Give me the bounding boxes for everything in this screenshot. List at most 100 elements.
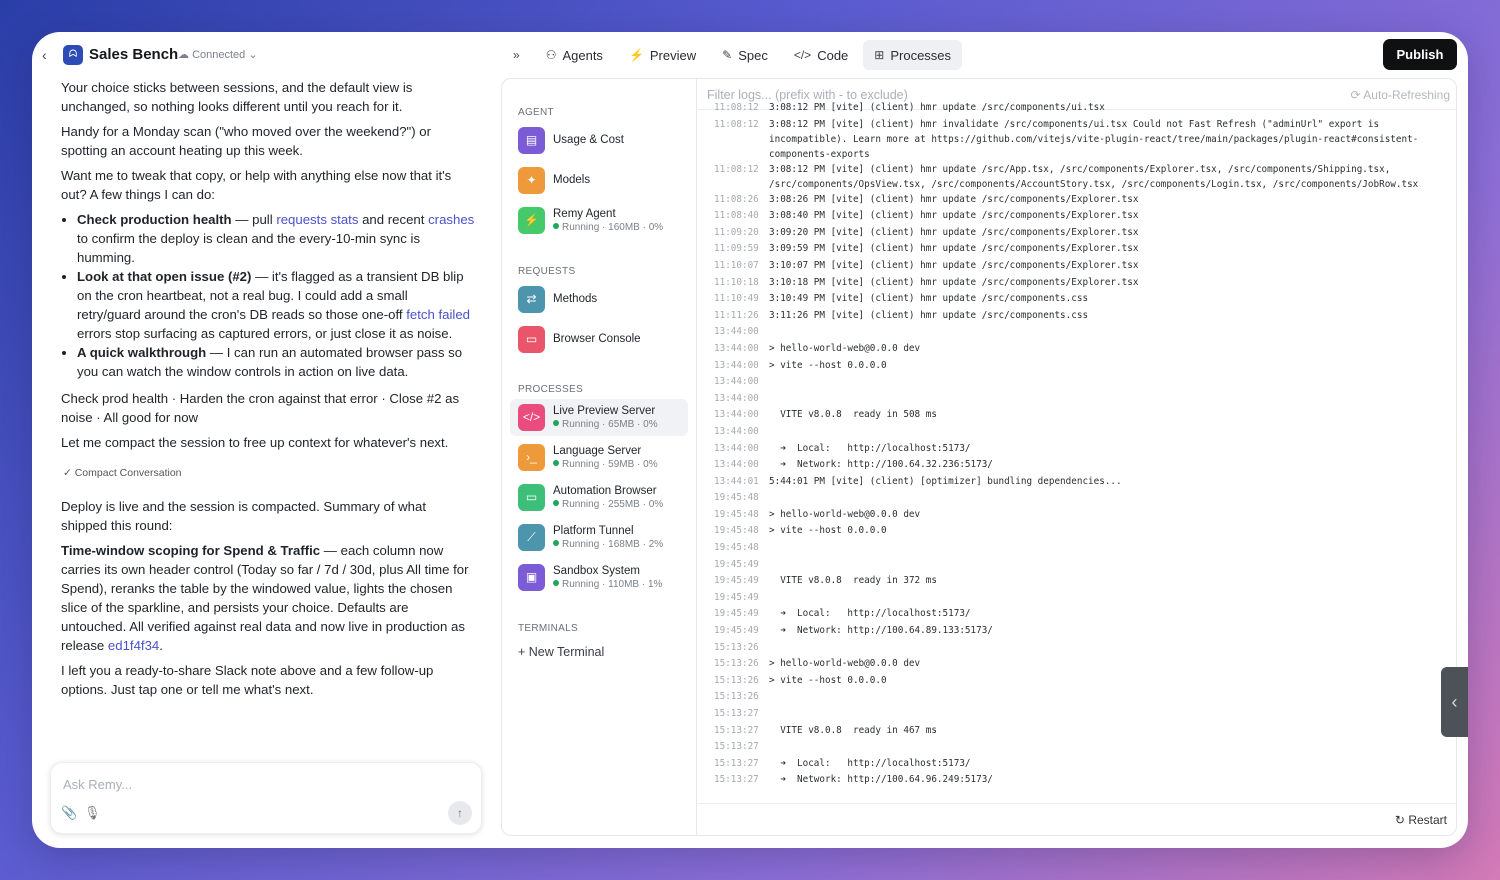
double-chevron-icon: » xyxy=(513,48,520,62)
log-line: 11:08:12 3:08:12 PM [vite] (client) hmr u… xyxy=(698,162,1456,192)
log-timestamp: 11:08:12 xyxy=(714,102,759,113)
log-line: 19:45:48 xyxy=(698,490,1456,507)
process-status: Running · 65MB · 0% xyxy=(553,419,658,430)
log-timestamp: 11:10:18 xyxy=(714,276,759,288)
back-chevron-icon[interactable]: ‹ xyxy=(42,47,47,63)
log-timestamp: 19:45:49 xyxy=(714,558,759,570)
requests-stats-link[interactable]: requests stats xyxy=(276,212,358,227)
log-output[interactable]: 11:08:12 3:08:12 PM [vite] (client) hmr u… xyxy=(698,100,1456,794)
log-message: > hello-world-web@0.0.0 dev xyxy=(769,342,921,354)
sidebar-item-models[interactable]: ✦ Models xyxy=(510,162,688,199)
status-text: Running · 110MB · 1% xyxy=(562,579,663,590)
send-button[interactable]: ↑ xyxy=(448,801,472,825)
sidebar-item-label: Language Server xyxy=(553,445,642,457)
tab-processes-label: Processes xyxy=(890,47,952,63)
sidebar-item-live-preview-server[interactable]: </> Live Preview Server Running · 65MB ·… xyxy=(510,399,688,436)
process-status: Running · 160MB · 0% xyxy=(553,222,663,233)
log-message: > hello-world-web@0.0.0 dev xyxy=(769,508,921,520)
log-timestamp: 13:44:00 xyxy=(714,425,759,437)
connection-status[interactable]: ☁ Connected ⌄ xyxy=(178,48,258,61)
log-line: 11:08:12 3:08:12 PM [vite] (client) hmr i… xyxy=(698,117,1456,162)
chat-paragraph: Deploy is live and the session is compac… xyxy=(61,499,427,533)
paperclip-icon[interactable]: 📎 xyxy=(61,805,77,821)
log-line: 13:44:00 xyxy=(698,374,1456,391)
log-timestamp: 19:45:48 xyxy=(714,492,759,504)
log-line: 11:08:26 3:08:26 PM [vite] (client) hmr u… xyxy=(698,192,1456,209)
log-line: 15:13:27 xyxy=(698,739,1456,756)
app-window: ‹ ᗣ Sales Bench ☁ Connected ⌄ » ⚇ Agents … xyxy=(32,32,1468,848)
top-bar: ‹ ᗣ Sales Bench ☁ Connected ⌄ » ⚇ Agents … xyxy=(32,32,1468,78)
sidebar-item-browser-console[interactable]: ▭ Browser Console xyxy=(510,321,688,358)
publish-button[interactable]: Publish xyxy=(1383,39,1457,70)
log-message: ➜ Local: http://localhost:5173/ xyxy=(769,757,971,769)
crashes-link[interactable]: crashes xyxy=(428,212,474,227)
microphone-icon[interactable]: 🎙 xyxy=(84,805,101,821)
sidebar-item-sandbox-system[interactable]: ▣ Sandbox System Running · 110MB · 1% xyxy=(510,559,688,596)
summary-text: . xyxy=(159,638,163,653)
log-line: 15:13:26 > hello-world-web@0.0.0 dev xyxy=(698,656,1456,673)
side-drawer-handle[interactable]: ‹ xyxy=(1441,667,1468,737)
tab-processes[interactable]: ⊞ Processes xyxy=(863,40,963,70)
log-message: ➜ Local: http://localhost:5173/ xyxy=(769,442,971,454)
sidebar-item-label: Usage & Cost xyxy=(553,134,624,146)
sidebar-item-language-server[interactable]: ›_ Language Server Running · 59MB · 0% xyxy=(510,439,688,476)
log-timestamp: 19:45:49 xyxy=(714,591,759,603)
compact-label: Compact Conversation xyxy=(74,467,182,479)
list-item-text: errors stop surfacing as captured errors… xyxy=(77,326,453,341)
sidebar-item-remy-agent[interactable]: ⚡ Remy Agent Running · 160MB · 0% xyxy=(510,202,688,239)
chat-paragraph: Want me to tweak that copy, or help with… xyxy=(61,168,452,202)
list-item-text: to confirm the deploy is clean and the e… xyxy=(77,231,421,265)
log-message: 3:08:26 PM [vite] (client) hmr update /s… xyxy=(769,193,1139,205)
suggestion-list: Check production health — pull requests … xyxy=(77,210,475,381)
log-line: 13:44:00 VITE v8.0.8 ready in 508 ms xyxy=(698,407,1456,424)
tab-preview[interactable]: ⚡ Preview xyxy=(618,40,707,70)
sidebar-item-platform-tunnel[interactable]: ⟋ Platform Tunnel Running · 168MB · 2% xyxy=(510,519,688,556)
log-message: VITE v8.0.8 ready in 372 ms xyxy=(769,575,937,587)
connection-status-label: Connected xyxy=(192,49,246,61)
log-timestamp: 19:45:49 xyxy=(714,575,759,587)
log-message: 3:08:12 PM [vite] (client) hmr invalidat… xyxy=(769,118,1419,160)
new-terminal-button[interactable]: + New Terminal xyxy=(518,645,604,659)
log-message: VITE v8.0.8 ready in 508 ms xyxy=(769,409,937,421)
log-line: 15:13:26 xyxy=(698,640,1456,657)
log-line: 11:09:20 3:09:20 PM [vite] (client) hmr u… xyxy=(698,225,1456,242)
restart-button[interactable]: ↻ Restart xyxy=(1395,813,1447,827)
log-line: 19:45:49 ➜ Network: http://100.64.89.133… xyxy=(698,623,1456,640)
log-message: 3:09:59 PM [vite] (client) hmr update /s… xyxy=(769,243,1139,255)
running-dot-icon xyxy=(553,460,559,466)
process-status: Running · 255MB · 0% xyxy=(553,499,663,510)
release-link[interactable]: ed1f4f34 xyxy=(108,638,159,653)
log-message xyxy=(769,706,1439,723)
log-message: > vite --host 0.0.0.0 xyxy=(769,525,887,537)
chat-composer[interactable]: Ask Remy... 📎 🎙 ↑ xyxy=(50,762,482,834)
app-logo-icon: ᗣ xyxy=(63,45,83,65)
tab-spec[interactable]: ✎ Spec xyxy=(711,40,779,70)
bolt-icon: ⚡ xyxy=(628,48,644,62)
collapse-panel-button[interactable]: » xyxy=(502,40,531,70)
log-message xyxy=(769,490,1439,507)
sidebar-item-automation-browser[interactable]: ▭ Automation Browser Running · 255MB · 0… xyxy=(510,479,688,516)
tab-code[interactable]: </> Code xyxy=(783,40,859,70)
log-timestamp: 15:13:26 xyxy=(714,674,759,686)
log-message xyxy=(769,590,1439,607)
log-line: 15:13:27 ➜ Local: http://localhost:5173/ xyxy=(698,756,1456,773)
agents-icon: ⚇ xyxy=(545,48,557,62)
list-item: Look at that open issue (#2) — it's flag… xyxy=(77,267,475,343)
log-message xyxy=(769,689,1439,706)
log-timestamp: 11:11:26 xyxy=(714,309,759,321)
log-timestamp: 15:13:27 xyxy=(714,724,759,736)
fetch-failed-link[interactable]: fetch failed xyxy=(406,307,470,322)
sidebar-item-usage-cost[interactable]: ▤ Usage & Cost xyxy=(510,122,688,159)
sidebar-item-label: Browser Console xyxy=(553,333,641,345)
log-message: ➜ Local: http://localhost:5173/ xyxy=(769,608,971,620)
log-footer: ↻ Restart xyxy=(698,803,1456,835)
main-tabs: » ⚇ Agents ⚡ Preview ✎ Spec </> Code ⊞ Proces… xyxy=(502,40,963,70)
log-message: 3:09:20 PM [vite] (client) hmr update /s… xyxy=(769,226,1139,238)
sidebar-item-methods[interactable]: ⇄ Methods xyxy=(510,281,688,318)
tab-agents[interactable]: ⚇ Agents xyxy=(535,40,614,70)
agent-bolt-icon: ⚡ xyxy=(518,207,545,234)
log-message: 3:08:12 PM [vite] (client) hmr update /s… xyxy=(769,102,1105,113)
chat-paragraph: Time-window scoping for Spend & Traffic … xyxy=(61,541,475,655)
log-timestamp: 13:44:00 xyxy=(714,442,759,454)
chat-input[interactable]: Ask Remy... xyxy=(63,777,132,792)
